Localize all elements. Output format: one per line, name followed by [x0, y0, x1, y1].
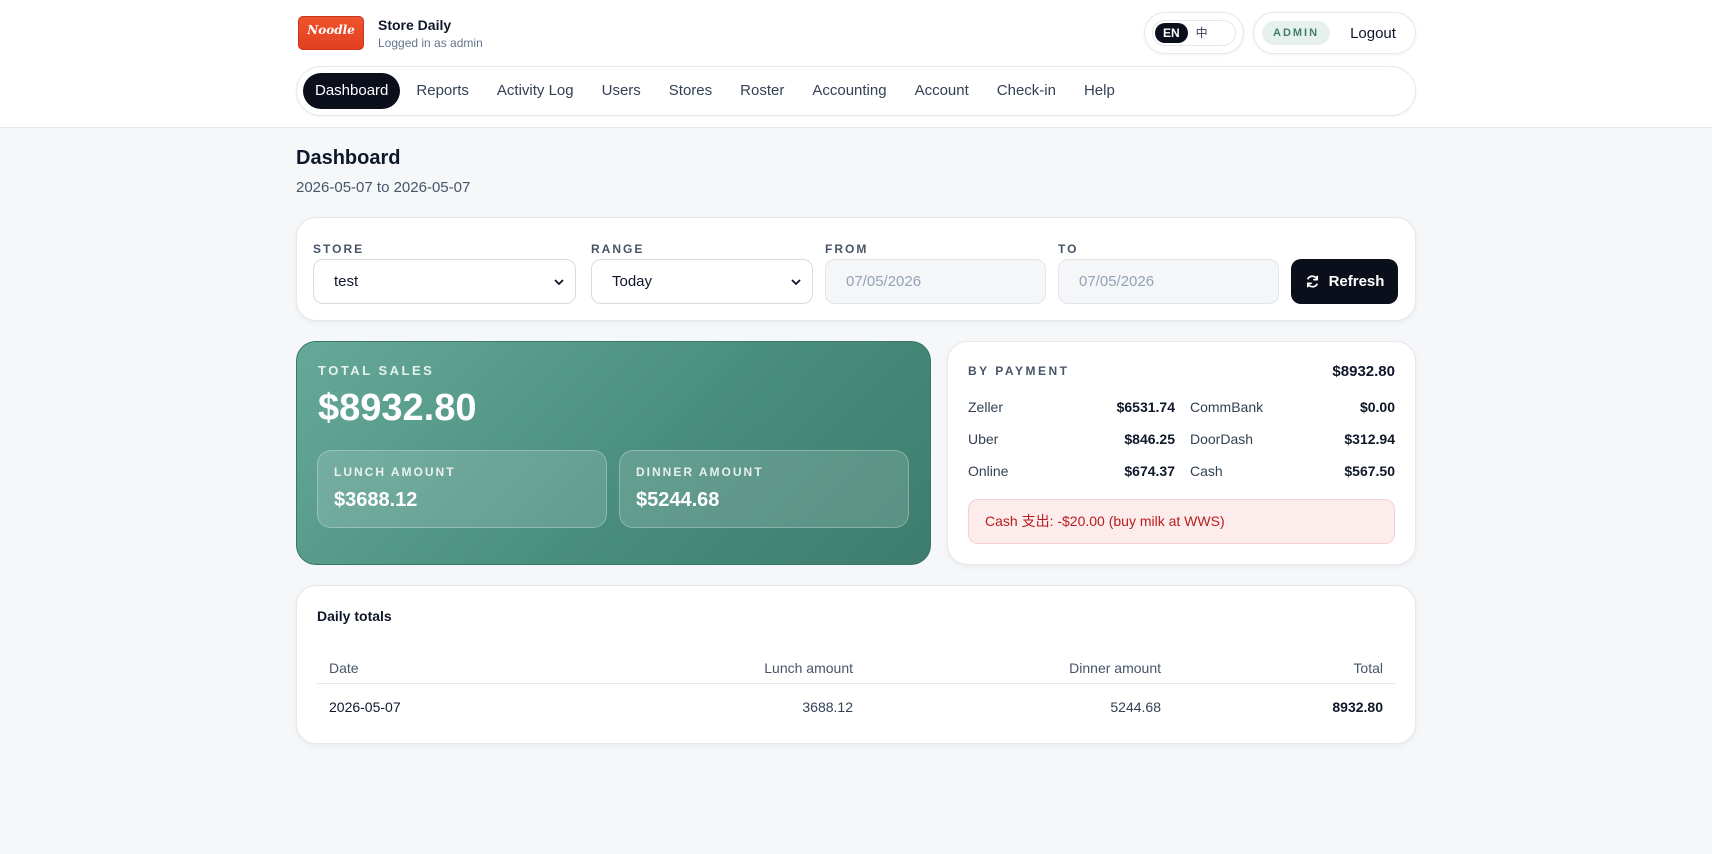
- login-status: Logged in as admin: [378, 35, 483, 50]
- cell-dinner-amount: 5244.68: [1110, 699, 1161, 715]
- payment-method-name: CommBank: [1190, 399, 1264, 415]
- store-logo: Noodle · · · · · ·: [298, 16, 364, 50]
- nav-help[interactable]: Help: [1072, 73, 1127, 109]
- role-badge: ADMIN: [1262, 21, 1331, 45]
- total-sales-label: TOTAL SALES: [318, 363, 435, 378]
- payment-method-name: DoorDash: [1190, 431, 1254, 447]
- nav-check-in[interactable]: Check-in: [985, 73, 1068, 109]
- from-date-input[interactable]: 07/05/2026: [825, 259, 1046, 304]
- nav-accounting[interactable]: Accounting: [800, 73, 898, 109]
- daily-totals-title: Daily totals: [317, 608, 392, 624]
- store-label: STORE: [313, 242, 365, 256]
- payment-method-value: $6531.74: [1116, 399, 1175, 415]
- total-sales-value: $8932.80: [318, 387, 477, 429]
- nav-stores[interactable]: Stores: [657, 73, 724, 109]
- nav-account[interactable]: Account: [903, 73, 981, 109]
- from-label: FROM: [825, 242, 869, 256]
- payment-breakdown-card: BY PAYMENT $8932.80 Zeller $6531.74 Comm…: [947, 341, 1416, 565]
- logout-button[interactable]: Logout: [1350, 25, 1396, 42]
- payment-total: $8932.80: [1332, 363, 1395, 380]
- chevron-down-icon: [791, 279, 801, 286]
- to-label: TO: [1058, 242, 1079, 256]
- table-header: Date Lunch amount Dinner amount Total: [317, 652, 1395, 684]
- nav-reports[interactable]: Reports: [404, 73, 481, 109]
- range-select-value: Today: [612, 273, 653, 290]
- lang-en-button[interactable]: EN: [1155, 23, 1188, 43]
- dinner-amount-box: DINNER AMOUNT $5244.68: [619, 450, 909, 528]
- cell-date: 2026-05-07: [329, 699, 401, 715]
- store-select-value: test: [334, 273, 359, 290]
- page-title: Dashboard: [296, 147, 401, 169]
- top-bar: Noodle · · · · · · Store Daily Logged in…: [0, 0, 1712, 128]
- payment-method-value: $312.94: [1344, 431, 1395, 447]
- payment-method-name: Uber: [968, 431, 999, 447]
- payment-method-value: $0.00: [1359, 399, 1395, 415]
- brand: Noodle · · · · · · Store Daily Logged in…: [298, 16, 483, 50]
- chevron-down-icon: [554, 279, 564, 286]
- range-select[interactable]: Today: [591, 259, 813, 304]
- payment-method-value: $846.25: [1124, 431, 1175, 447]
- column-header-total: Total: [1353, 660, 1383, 676]
- date-range-text: 2026-05-07 to 2026-05-07: [296, 179, 471, 196]
- cash-expense-alert: Cash 支出: -$20.00 (buy milk at WWS): [968, 499, 1395, 544]
- payment-method-value: $674.37: [1124, 463, 1175, 479]
- dinner-amount-label: DINNER AMOUNT: [636, 465, 764, 479]
- nav-activity-log[interactable]: Activity Log: [485, 73, 586, 109]
- payment-method-value: $567.50: [1344, 463, 1395, 479]
- cell-lunch-amount: 3688.12: [802, 699, 853, 715]
- app-title: Store Daily: [378, 16, 452, 33]
- daily-totals-card: Daily totals Date Lunch amount Dinner am…: [296, 585, 1416, 744]
- column-header-dinner: Dinner amount: [1069, 660, 1161, 676]
- table-row: 2026-05-07 3688.12 5244.68 8932.80: [317, 692, 1395, 722]
- column-header-date: Date: [329, 660, 359, 676]
- logo-ornament: · · · · · ·: [321, 37, 341, 42]
- range-label: RANGE: [591, 242, 645, 256]
- nav-users[interactable]: Users: [590, 73, 653, 109]
- filter-panel: STORE test RANGE Today FROM 07/05/2026 T…: [296, 217, 1416, 321]
- payment-method-name: Zeller: [968, 399, 1004, 415]
- refresh-button[interactable]: Refresh: [1291, 259, 1398, 304]
- store-select[interactable]: test: [313, 259, 576, 304]
- refresh-icon: [1306, 275, 1318, 288]
- to-date-input[interactable]: 07/05/2026: [1058, 259, 1279, 304]
- lunch-amount-value: $3688.12: [334, 489, 418, 511]
- lunch-amount-box: LUNCH AMOUNT $3688.12: [317, 450, 607, 528]
- nav-dashboard[interactable]: Dashboard: [303, 73, 401, 109]
- total-sales-card: TOTAL SALES $8932.80 LUNCH AMOUNT $3688.…: [296, 341, 931, 565]
- cell-total: 8932.80: [1332, 699, 1383, 715]
- user-menu: ADMIN Logout: [1253, 12, 1416, 54]
- dinner-amount-value: $5244.68: [636, 489, 720, 511]
- refresh-label: Refresh: [1328, 273, 1385, 290]
- lunch-amount-label: LUNCH AMOUNT: [334, 465, 456, 479]
- main-nav: Dashboard Reports Activity Log Users Sto…: [296, 66, 1416, 116]
- logo-wordmark: Noodle: [307, 23, 355, 37]
- column-header-lunch: Lunch amount: [764, 660, 853, 676]
- payment-method-name: Online: [968, 463, 1009, 479]
- nav-roster[interactable]: Roster: [728, 73, 796, 109]
- payment-heading: BY PAYMENT: [968, 364, 1070, 378]
- language-switcher: EN 中: [1144, 12, 1244, 54]
- payment-method-name: Cash: [1190, 463, 1223, 479]
- lang-zh-button[interactable]: 中: [1188, 23, 1216, 43]
